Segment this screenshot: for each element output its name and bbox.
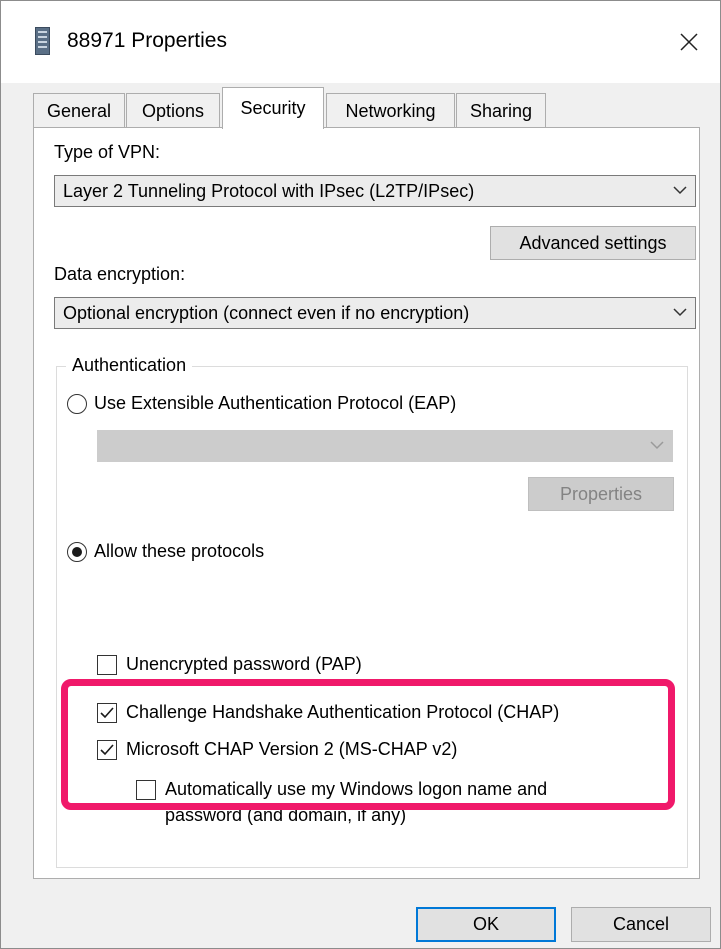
checkmark-icon <box>100 707 114 719</box>
auto-logon-checkbox[interactable] <box>136 780 156 800</box>
tab-sharing[interactable]: Sharing <box>456 93 546 128</box>
auto-logon-label-line2[interactable]: password (and domain, if any) <box>165 805 406 826</box>
eap-radio[interactable] <box>67 394 87 414</box>
data-encryption-dropdown[interactable]: Optional encryption (connect even if no … <box>54 297 696 329</box>
mschapv2-label[interactable]: Microsoft CHAP Version 2 (MS-CHAP v2) <box>126 739 457 760</box>
chap-checkbox[interactable] <box>97 703 117 723</box>
eap-method-dropdown <box>97 430 673 462</box>
auto-logon-label-line1[interactable]: Automatically use my Windows logon name … <box>165 779 547 800</box>
vpn-type-label: Type of VPN: <box>54 142 161 162</box>
security-tab-panel: Type of VPN: Layer 2 Tunneling Protocol … <box>33 127 700 879</box>
chevron-down-icon <box>673 308 687 317</box>
vpn-type-value: Layer 2 Tunneling Protocol with IPsec (L… <box>63 180 475 201</box>
tab-networking[interactable]: Networking <box>326 93 455 128</box>
eap-radio-label[interactable]: Use Extensible Authentication Protocol (… <box>94 393 456 414</box>
data-encryption-value: Optional encryption (connect even if no … <box>63 302 470 323</box>
pap-label[interactable]: Unencrypted password (PAP) <box>126 654 362 675</box>
chevron-down-icon <box>673 186 687 195</box>
authentication-group-label: Authentication <box>66 355 193 376</box>
network-connection-icon <box>35 27 50 55</box>
tab-security[interactable]: Security <box>222 87 324 129</box>
properties-dialog: 88971 Properties General Options Securit… <box>0 0 721 949</box>
tab-general[interactable]: General <box>33 93 125 128</box>
eap-properties-button: Properties <box>528 477 674 511</box>
pap-checkbox[interactable] <box>97 655 117 675</box>
allow-protocols-radio[interactable] <box>67 542 87 562</box>
tab-options[interactable]: Options <box>126 93 220 128</box>
checkmark-icon <box>100 744 114 756</box>
window-title: 88971 Properties <box>67 29 227 52</box>
close-button[interactable] <box>658 1 720 83</box>
ok-button[interactable]: OK <box>416 907 556 942</box>
close-icon <box>680 33 698 51</box>
title-bar[interactable]: 88971 Properties <box>1 1 720 83</box>
advanced-settings-button[interactable]: Advanced settings <box>490 226 696 260</box>
mschapv2-checkbox[interactable] <box>97 740 117 760</box>
data-encryption-label: Data encryption: <box>54 264 186 284</box>
allow-protocols-label[interactable]: Allow these protocols <box>94 541 264 562</box>
vpn-type-dropdown[interactable]: Layer 2 Tunneling Protocol with IPsec (L… <box>54 175 696 207</box>
cancel-button[interactable]: Cancel <box>571 907 711 942</box>
chevron-down-icon <box>650 441 664 450</box>
chap-label[interactable]: Challenge Handshake Authentication Proto… <box>126 702 559 723</box>
